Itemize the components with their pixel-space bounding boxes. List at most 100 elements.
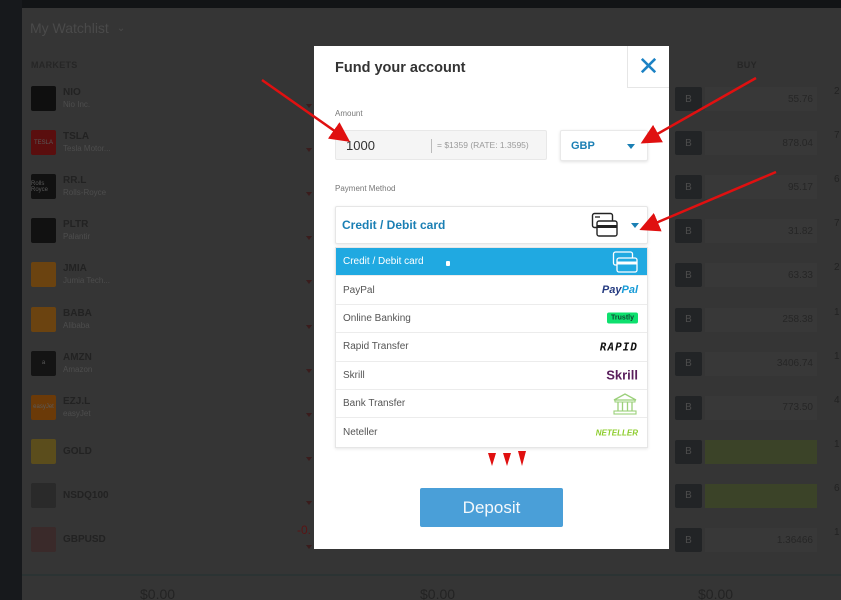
market-name: Alibaba	[63, 320, 90, 330]
buy-button[interactable]: B	[675, 131, 702, 156]
market-logo: Rolls Royce	[31, 174, 56, 200]
buy-price[interactable]: 3406.74	[705, 351, 817, 376]
market-logo	[31, 86, 56, 111]
markets-header: MARKETS	[31, 60, 78, 70]
buy-header: BUY	[737, 60, 757, 70]
buy-price[interactable]	[705, 483, 817, 508]
market-logo: a	[31, 350, 56, 376]
market-symbol: NSDQ100	[63, 489, 109, 501]
buy-button[interactable]: B	[675, 219, 702, 244]
buy-button[interactable]: B	[675, 87, 702, 111]
market-logo: TESLA	[31, 130, 56, 156]
buy-price[interactable]: 55.76	[705, 87, 817, 111]
buy-price[interactable]: 258.38	[705, 307, 817, 332]
market-symbol: EZJ.L	[63, 395, 91, 407]
close-button[interactable]: ✕	[627, 46, 669, 88]
change-value: -0.	[297, 523, 312, 537]
market-logo	[31, 482, 56, 508]
row-edge-value: 6	[834, 174, 840, 186]
payment-option-bank-transfer[interactable]: Bank Transfer	[336, 390, 647, 419]
chevron-down-icon: ⌄	[116, 22, 126, 34]
market-logo	[31, 527, 56, 552]
buy-price[interactable]: 773.50	[705, 395, 817, 420]
caret-down-icon	[631, 223, 639, 228]
payment-option-paypal[interactable]: PayPal PayPal	[336, 276, 647, 305]
market-name: Nio Inc.	[63, 100, 91, 109]
bank-icon	[613, 392, 637, 415]
payment-option-online-banking[interactable]: Online Banking Trustly	[336, 305, 647, 334]
change-down-icon	[306, 368, 312, 373]
payment-option-skrill[interactable]: Skrill Skrill	[336, 362, 647, 390]
change-down-icon	[306, 236, 312, 241]
portfolio-footer: $0.00 $0.00 $0.00	[22, 574, 841, 600]
buy-button[interactable]: B	[675, 351, 702, 376]
market-symbol: NIO	[63, 87, 81, 98]
currency-value: GBP	[571, 139, 595, 152]
modal-title: Fund your account	[335, 60, 466, 76]
payment-method-select[interactable]: Credit / Debit card	[335, 206, 648, 244]
buy-price[interactable]: 1.36466	[705, 528, 817, 552]
payment-option-label: Neteller	[343, 427, 378, 439]
market-symbol: JMIA	[63, 263, 87, 275]
buy-price[interactable]: 31.82	[705, 219, 817, 244]
row-edge-value: 2	[834, 86, 840, 97]
payment-option-neteller[interactable]: Neteller NETELLER	[336, 418, 647, 446]
market-logo	[31, 218, 56, 244]
row-edge-value: 1	[834, 350, 840, 362]
payment-method-label: Payment Method	[335, 184, 396, 193]
market-name: Jumia Tech...	[63, 276, 110, 286]
change-down-icon	[306, 148, 312, 153]
card-icon	[591, 212, 618, 237]
paypal-logo-pay: Pay	[601, 284, 622, 297]
buy-price[interactable]: 95.17	[705, 175, 817, 200]
buy-price[interactable]	[705, 439, 817, 464]
payment-option-label: Rapid Transfer	[343, 341, 409, 353]
payment-method-value: Credit / Debit card	[342, 218, 446, 232]
rapid-logo: RAPID	[599, 340, 638, 354]
footer-value: $0.00	[698, 586, 734, 600]
change-down-icon	[306, 324, 312, 329]
deposit-button[interactable]: Deposit	[420, 488, 563, 527]
row-edge-value: 6	[834, 482, 840, 494]
payment-option-label: PayPal	[343, 284, 375, 296]
buy-button[interactable]: B	[675, 483, 702, 508]
amount-field: = $1359 (RATE: 1.3595)	[335, 130, 547, 160]
change-down-icon	[306, 192, 312, 197]
market-name: easyJet	[63, 408, 91, 418]
close-icon: ✕	[637, 51, 660, 81]
row-edge-value: 1	[834, 527, 840, 538]
change-down-icon	[306, 104, 312, 108]
watchlist-selector[interactable]: My Watchlist ⌄	[30, 20, 125, 36]
buy-button[interactable]: B	[675, 307, 702, 332]
market-logo	[31, 306, 56, 332]
change-down-icon	[306, 456, 312, 461]
left-sidebar	[0, 0, 22, 600]
buy-button[interactable]: B	[675, 263, 702, 288]
card-icon	[612, 251, 638, 273]
buy-button[interactable]: B	[675, 175, 702, 200]
buy-button[interactable]: B	[675, 439, 702, 464]
top-bar	[0, 0, 841, 8]
watchlist-title: My Watchlist	[30, 20, 109, 36]
payment-option-rapid-transfer[interactable]: Rapid Transfer RAPID	[336, 333, 647, 362]
market-symbol: GBPUSD	[63, 534, 106, 545]
amount-label: Amount	[335, 109, 363, 118]
payment-option-credit-debit-card[interactable]: Credit / Debit card	[336, 248, 647, 277]
market-symbol: AMZN	[63, 351, 92, 363]
payment-option-label: Bank Transfer	[343, 398, 406, 410]
currency-select[interactable]: GBP	[560, 130, 648, 161]
mouse-cursor-icon	[446, 261, 450, 266]
amount-input[interactable]	[346, 131, 426, 159]
buy-button[interactable]: B	[675, 395, 702, 420]
payment-method-list: Credit / Debit card PayPal PayPal Online Ba…	[335, 247, 648, 448]
row-edge-value: 7	[834, 218, 840, 230]
row-edge-value: 1	[834, 306, 840, 318]
buy-price[interactable]: 63.33	[705, 263, 817, 288]
market-logo	[31, 438, 56, 464]
buy-button[interactable]: B	[675, 528, 702, 552]
buy-price[interactable]: 878.04	[705, 131, 817, 156]
market-symbol: PLTR	[63, 219, 89, 231]
change-down-icon	[306, 280, 312, 285]
row-edge-value: 7	[834, 130, 840, 142]
neteller-logo: NETELLER	[595, 428, 638, 438]
